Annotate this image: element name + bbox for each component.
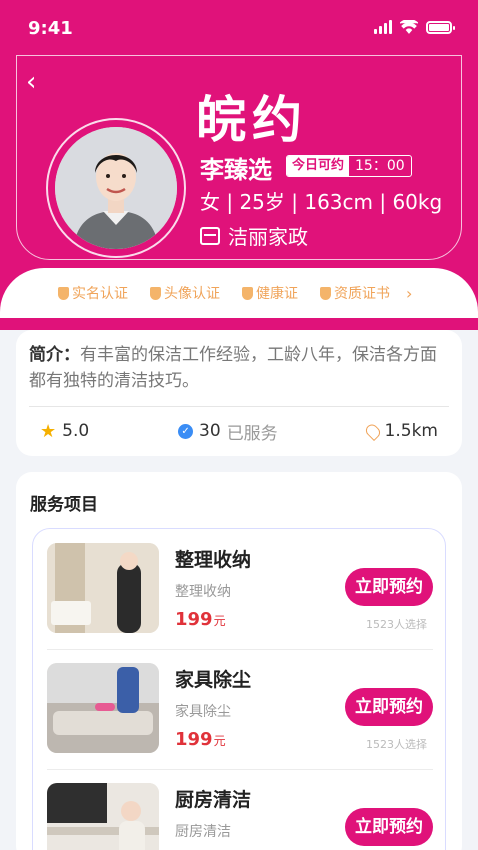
service-count: 1523人选择 bbox=[366, 738, 427, 751]
service-subtitle: 厨房清洁 bbox=[175, 824, 231, 840]
availability-badge: 今日可约 15：00 bbox=[286, 155, 412, 177]
stats-row: ★ 5.0 ✓ 30 已服务 1.5km bbox=[40, 416, 438, 446]
provider-info: 女 | 25岁 | 163cm | 60kg bbox=[200, 190, 443, 214]
service-count: 1523人选择 bbox=[366, 618, 427, 631]
service-price: 199元 bbox=[175, 729, 226, 750]
book-now-button[interactable]: 立即预约 bbox=[345, 688, 433, 726]
cert-real-name: 实名认证 bbox=[58, 283, 128, 303]
shield-icon bbox=[320, 286, 331, 300]
signal-icon bbox=[374, 20, 392, 34]
intro-body: 有丰富的保洁工作经验，工龄八年，保洁各方面都有独特的清洁技巧。 bbox=[29, 345, 437, 391]
back-icon[interactable]: ‹ bbox=[26, 68, 48, 96]
service-list: 整理收纳 整理收纳 199元 立即预约 1523人选择 家具除尘 家具除尘 19… bbox=[32, 528, 446, 850]
company-name: 洁丽家政 bbox=[228, 225, 308, 249]
wifi-icon bbox=[400, 20, 418, 34]
shield-icon bbox=[242, 286, 253, 300]
cert-qualification: 资质证书 bbox=[320, 283, 390, 303]
service-item[interactable]: 整理收纳 整理收纳 199元 立即预约 1523人选择 bbox=[47, 543, 433, 639]
service-name: 家具除尘 bbox=[175, 669, 252, 691]
served-stat: ✓ 30 已服务 bbox=[178, 419, 278, 444]
service-name: 整理收纳 bbox=[175, 549, 252, 571]
intro-label: 简介： bbox=[29, 345, 80, 365]
status-icons bbox=[374, 20, 455, 34]
availability-label: 今日可约 bbox=[287, 156, 350, 176]
shop-icon bbox=[200, 226, 220, 245]
services-title: 服务项目 bbox=[27, 490, 98, 515]
service-price: 199元 bbox=[175, 609, 226, 630]
star-icon: ★ bbox=[40, 420, 57, 442]
intro-text: 简介：有丰富的保洁工作经验，工龄八年，保洁各方面都有独特的清洁技巧。 bbox=[29, 342, 453, 394]
divider bbox=[47, 769, 433, 770]
distance-stat: 1.5km bbox=[363, 421, 438, 441]
battery-icon bbox=[426, 20, 455, 34]
rating-stat: ★ 5.0 bbox=[40, 420, 90, 442]
shield-icon bbox=[58, 286, 69, 300]
provider-company[interactable]: 洁丽家政 bbox=[200, 221, 308, 250]
intro-card: 简介：有丰富的保洁工作经验，工龄八年，保洁各方面都有独特的清洁技巧。 ★ 5.0 … bbox=[16, 330, 462, 456]
status-time: 9:41 bbox=[28, 18, 73, 39]
verified-icon: ✓ bbox=[178, 423, 194, 439]
availability-time: 15：00 bbox=[355, 158, 405, 174]
service-subtitle: 整理收纳 bbox=[175, 584, 231, 600]
service-name: 厨房清洁 bbox=[175, 789, 252, 811]
provider-name: 李臻选 bbox=[200, 156, 272, 184]
book-now-button[interactable]: 立即预约 bbox=[345, 808, 433, 846]
book-now-button[interactable]: 立即预约 bbox=[345, 568, 433, 606]
service-subtitle: 家具除尘 bbox=[175, 704, 231, 720]
certification-bar[interactable]: 实名认证 头像认证 健康证 资质证书 › bbox=[0, 268, 478, 318]
chevron-right-icon[interactable]: › bbox=[406, 284, 412, 303]
service-image bbox=[47, 543, 159, 633]
cert-health: 健康证 bbox=[242, 283, 298, 303]
services-section: 服务项目 整理收纳 整理收纳 199元 立即预约 1523人选择 家具除尘 家具… bbox=[16, 472, 462, 850]
service-image bbox=[47, 663, 159, 753]
avatar bbox=[55, 127, 177, 249]
location-pin-icon bbox=[363, 421, 383, 441]
cert-avatar: 头像认证 bbox=[150, 283, 220, 303]
service-image bbox=[47, 783, 159, 850]
divider bbox=[29, 406, 449, 407]
shield-icon bbox=[150, 286, 161, 300]
service-item[interactable]: 家具除尘 家具除尘 199元 立即预约 1523人选择 bbox=[47, 663, 433, 759]
status-bar: 9:41 bbox=[0, 0, 478, 58]
divider bbox=[47, 649, 433, 650]
service-item[interactable]: 厨房清洁 厨房清洁 立即预约 bbox=[47, 783, 433, 850]
brand-logo: 皖约 bbox=[196, 91, 308, 149]
